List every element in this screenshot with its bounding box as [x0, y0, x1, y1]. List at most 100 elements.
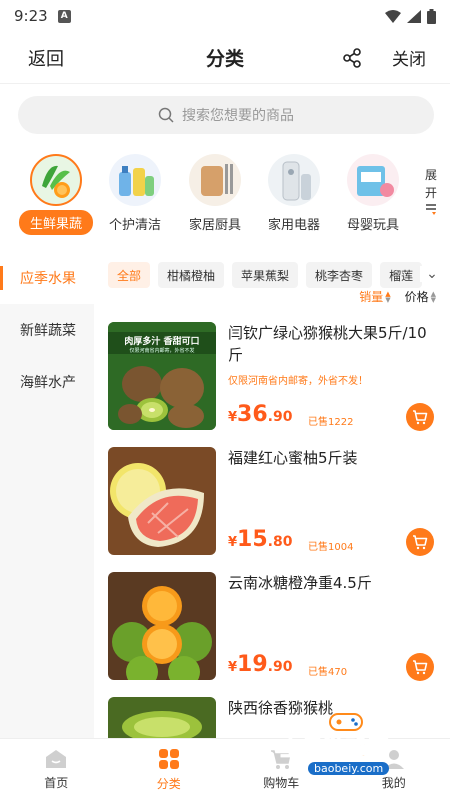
chip-all[interactable]: 全部 [108, 262, 151, 288]
add-to-cart-button[interactable] [406, 528, 434, 556]
product-name: 闫钦广绿心猕猴桃大果5斤/10斤 [228, 324, 427, 364]
product-image [108, 697, 216, 738]
sidebar-item-fresh-vegetables[interactable]: 新鲜蔬菜 [0, 304, 94, 356]
sidebar-item-seafood[interactable]: 海鲜水产 [0, 356, 94, 408]
add-to-cart-button[interactable] [406, 653, 434, 681]
back-button[interactable]: 返回 [28, 45, 64, 71]
status-icons [385, 8, 436, 24]
price-decimal: .90 [267, 409, 293, 425]
category-appliance[interactable]: 家用电器 [257, 150, 331, 233]
list-expand-icon [426, 204, 436, 215]
tab-label: 分类 [156, 777, 181, 791]
sort-bar: 销量 ▲ ▼ 价格 ▲ ▼ [359, 288, 436, 305]
product-sold-count: 已售1004 [308, 542, 354, 553]
chip-apple-banana-pear[interactable]: 苹果蕉梨 [232, 262, 299, 288]
price-decimal: .90 [267, 659, 293, 675]
product-item[interactable]: 肉厚多汁 香甜可口 仅限河南省内邮寄，外省不发 闫钦广绿心猕猴桃大果5斤/10斤… [108, 322, 438, 432]
status-bar: 9:23 A [0, 0, 450, 32]
tab-category[interactable]: 分类 [113, 739, 226, 800]
product-name: 福建红心蜜柚5斤装 [228, 449, 358, 467]
product-item[interactable]: 福建红心蜜柚5斤装 ¥15.80 已售1004 [108, 447, 438, 557]
baby-toys-icon [347, 154, 399, 206]
category-kitchenware[interactable]: 家居厨具 [178, 150, 252, 233]
price-symbol: ¥ [228, 410, 238, 425]
personal-care-icon [109, 154, 161, 206]
cart-icon [413, 660, 428, 675]
sort-price-label: 价格 [404, 290, 429, 304]
product-sold-count: 已售470 [308, 667, 348, 678]
site-watermark: 宝贝游戏网 baobeiy.com [270, 708, 420, 794]
product-price: ¥19.90 [228, 652, 292, 677]
expand-label-1: 展 [424, 168, 437, 182]
category-label: 家居厨具 [188, 218, 241, 233]
sidebar-item-seasonal-fruit[interactable]: 应季水果 [0, 252, 94, 304]
navigation-bar: 返回 分类 关闭 [0, 32, 450, 84]
sidebar-item-label: 海鲜水产 [20, 375, 76, 391]
category-icon [158, 749, 179, 769]
product-sold-count: 已售1222 [308, 417, 354, 428]
cart-icon [413, 535, 428, 550]
subcategory-sidebar: 应季水果 新鲜蔬菜 海鲜水产 [0, 252, 94, 738]
category-label: 生鲜果蔬 [19, 210, 93, 235]
category-fresh-produce[interactable]: 生鲜果蔬 [19, 150, 93, 235]
product-image [108, 447, 216, 555]
home-icon [46, 750, 67, 768]
wifi-icon [385, 9, 401, 23]
price-integer: 19 [237, 652, 268, 677]
expand-label-2: 开 [424, 186, 437, 200]
tab-label: 首页 [44, 776, 69, 790]
product-image: 肉厚多汁 香甜可口 仅限河南省内邮寄，外省不发 [108, 322, 216, 430]
price-symbol: ¥ [228, 660, 238, 675]
gamepad-logo-icon [329, 713, 363, 731]
chip-stone-fruit[interactable]: 桃李杏枣 [306, 262, 373, 288]
category-label: 个护清洁 [108, 218, 161, 233]
sort-arrows-icon: ▲ ▼ [430, 289, 436, 304]
search-icon [158, 107, 174, 123]
price-integer: 36 [237, 402, 268, 427]
page-title: 分类 [205, 48, 244, 70]
product-image [108, 572, 216, 680]
expand-categories-button[interactable]: 展 开 [420, 166, 442, 221]
close-button[interactable]: 关闭 [392, 45, 426, 70]
sort-by-price[interactable]: 价格 ▲ ▼ [405, 288, 436, 305]
product-banner-sub: 仅限河南省内邮寄，外省不发 [129, 347, 194, 354]
category-label: 母婴玩具 [346, 218, 399, 233]
sidebar-item-label: 应季水果 [20, 271, 76, 287]
product-name: 云南冰糖橙净重4.5斤 [228, 574, 372, 592]
price-integer: 15 [237, 527, 268, 552]
price-decimal: .80 [267, 534, 293, 550]
fresh-produce-icon [30, 154, 82, 206]
product-banner-title: 肉厚多汁 香甜可口 [124, 335, 199, 347]
product-shipping-note: 仅限河南省内邮寄，外省不发！ [228, 376, 368, 387]
filter-chips: 全部 柑橘橙柚 苹果蕉梨 桃李杏枣 榴莲 [108, 262, 450, 290]
product-price: ¥15.80 [228, 527, 292, 552]
notification-a-icon: A [57, 9, 71, 23]
sort-sales-label: 销量 [359, 290, 384, 304]
category-baby-toys[interactable]: 母婴玩具 [336, 150, 410, 233]
kitchenware-icon [189, 154, 241, 206]
status-time: 9:23 [14, 7, 48, 25]
share-icon[interactable] [342, 48, 362, 68]
sort-by-sales[interactable]: 销量 ▲ ▼ [359, 288, 390, 305]
watermark-url: baobeiy.com [308, 762, 390, 775]
price-symbol: ¥ [228, 535, 238, 550]
add-to-cart-button[interactable] [406, 403, 434, 431]
chip-durian[interactable]: 榴莲 [380, 262, 423, 288]
search-bar[interactable]: 搜索您想要的商品 [18, 96, 434, 134]
sort-arrows-icon: ▲ ▼ [385, 289, 391, 304]
category-personal-care[interactable]: 个护清洁 [98, 150, 172, 233]
chevron-down-icon[interactable]: ⌄ [420, 266, 444, 282]
search-placeholder: 搜索您想要的商品 [182, 108, 294, 124]
product-price: ¥36.90 [228, 402, 292, 427]
category-label: 家用电器 [267, 218, 320, 233]
tab-home[interactable]: 首页 [0, 739, 113, 800]
appliance-icon [268, 154, 320, 206]
category-row: 生鲜果蔬 个护清洁 家居厨具 家用电器 母婴玩具 [0, 150, 450, 240]
watermark-text: 宝贝游戏网 [280, 736, 390, 761]
sidebar-item-label: 新鲜蔬菜 [20, 323, 76, 339]
chip-citrus[interactable]: 柑橘橙柚 [158, 262, 225, 288]
signal-icon [407, 9, 421, 23]
battery-icon [427, 8, 436, 24]
product-item[interactable]: 云南冰糖橙净重4.5斤 ¥19.90 已售470 [108, 572, 438, 682]
cart-icon [413, 410, 428, 425]
